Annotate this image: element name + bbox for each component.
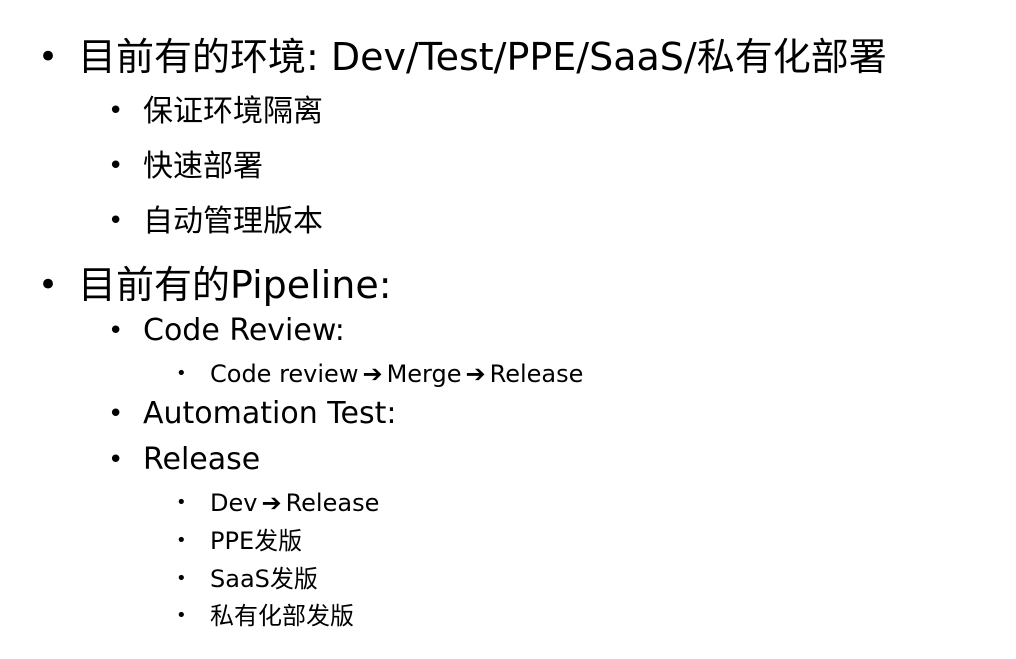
bullet-dot: • [108, 399, 124, 429]
flow-step: Code review [210, 360, 359, 388]
arrow-right-icon: ➔ [465, 360, 486, 388]
bullet-dot: • [176, 492, 187, 513]
bullet-dot: • [176, 363, 187, 384]
slide: • 目前有的环境: Dev/Test/PPE/SaaS/私有化部署 • 保证环境… [0, 0, 1016, 659]
flow-step: Release [285, 489, 380, 517]
list-item-saas-release: SaaS发版 [210, 565, 318, 593]
list-item-automation-test: Automation Test: [143, 396, 397, 431]
flow-step: Merge [386, 360, 462, 388]
flow-release: Dev ➔ Release [210, 491, 379, 515]
list-item-ppe-release: PPE发版 [210, 527, 303, 555]
list-item-version-management: 自动管理版本 [143, 204, 323, 239]
flow-step: Dev [210, 489, 258, 517]
list-item-code-review: Code Review: [143, 313, 345, 348]
list-item-env-isolation: 保证环境隔离 [143, 94, 323, 129]
list-item-private-release: 私有化部发版 [210, 602, 354, 630]
list-item-release: Release [143, 442, 261, 477]
flow-code-review: Code review ➔ Merge ➔ Release [210, 362, 583, 386]
bullet-dot: • [108, 151, 124, 181]
list-item-fast-deploy: 快速部署 [143, 149, 263, 184]
bullet-dot: • [176, 530, 187, 551]
bullet-dot: • [38, 265, 59, 305]
bullet-dot: • [38, 37, 59, 77]
bullet-dot: • [176, 605, 187, 626]
bullet-dot: • [108, 445, 124, 475]
arrow-right-icon: ➔ [261, 489, 282, 517]
section-heading-pipeline: 目前有的Pipeline: [78, 263, 392, 307]
arrow-right-icon: ➔ [362, 360, 383, 388]
bullet-dot: • [176, 568, 187, 589]
bullet-dot: • [108, 206, 124, 236]
bullet-dot: • [108, 316, 124, 346]
bullet-dot: • [108, 96, 124, 126]
section-heading-environments: 目前有的环境: Dev/Test/PPE/SaaS/私有化部署 [78, 35, 887, 79]
flow-step: Release [489, 360, 584, 388]
